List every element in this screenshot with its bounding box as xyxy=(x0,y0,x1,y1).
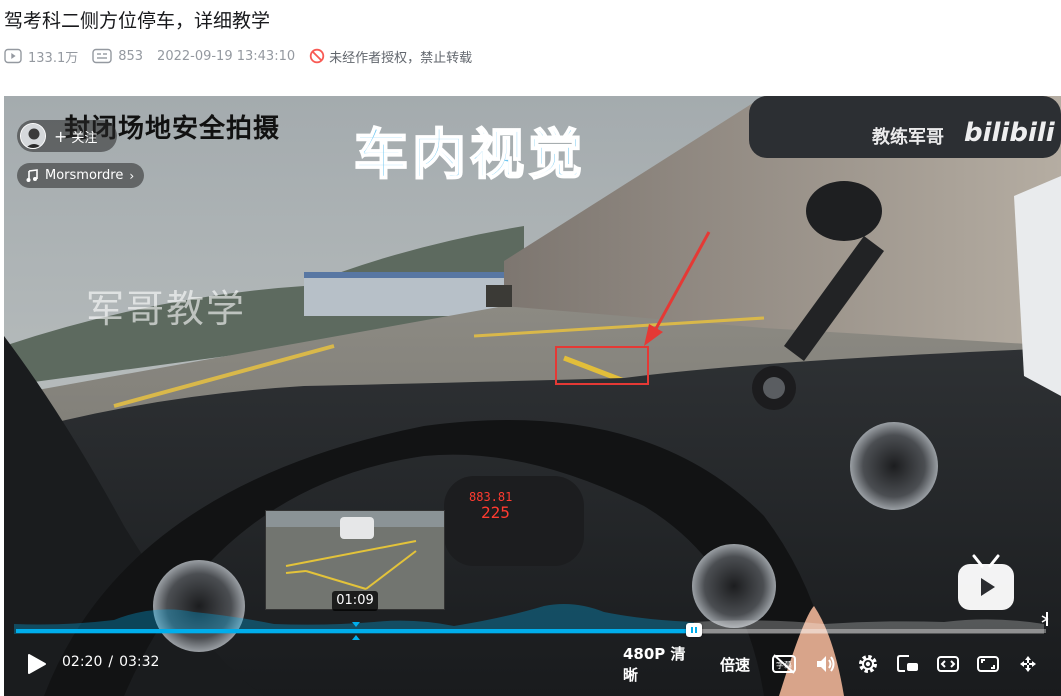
play-count-icon xyxy=(4,48,22,64)
progress-bar[interactable] xyxy=(16,623,1046,637)
view-count-value: 133.1万 xyxy=(28,50,79,66)
play-icon xyxy=(28,654,46,674)
follow-button[interactable]: + 关注 xyxy=(17,120,117,152)
widescreen-button[interactable] xyxy=(935,651,961,677)
music-note-icon xyxy=(26,168,38,182)
video-title: 驾考科二侧方位停车，详细教学 xyxy=(4,10,271,32)
danmaku-count-icon xyxy=(92,48,112,64)
quality-button[interactable]: 480P 清晰 xyxy=(623,643,699,685)
volume-icon xyxy=(817,656,835,672)
video-meta: 133.1万 853 2022-09-19 13:43:10 未经作者授权，禁止… xyxy=(4,46,472,66)
svg-text:883.81: 883.81 xyxy=(469,490,512,504)
chevron-right-icon: › xyxy=(129,168,135,183)
progress-end-marker xyxy=(1041,612,1049,626)
follow-label: + 关注 xyxy=(54,126,98,146)
time-display: 02:20 / 03:32 xyxy=(62,654,159,670)
danmaku-count-value: 853 xyxy=(118,48,144,64)
pip-icon xyxy=(897,655,918,672)
web-fullscreen-icon xyxy=(977,656,999,672)
current-time: 02:20 xyxy=(62,654,103,670)
right-controls: 480P 清晰 倍速 字幕 xyxy=(623,644,1061,684)
repost-notice: 未经作者授权，禁止转载 xyxy=(309,47,472,66)
view-count: 133.1万 xyxy=(4,47,78,66)
settings-icon xyxy=(859,655,877,673)
control-bar: 02:20 / 03:32 480P 清晰 倍速 字幕 xyxy=(4,644,1061,684)
repost-notice-text: 未经作者授权，禁止转载 xyxy=(329,50,473,66)
video-player[interactable]: 883.81 225 封闭场地安全拍摄 车内视觉 军哥教学 教练军哥 bilib… xyxy=(4,96,1061,696)
progress-handle[interactable] xyxy=(685,623,702,637)
settings-button[interactable] xyxy=(855,651,881,677)
no-repost-icon xyxy=(309,48,325,64)
uploader-avatar xyxy=(20,123,46,149)
music-tag[interactable]: Morsmordre › xyxy=(17,163,145,188)
fullscreen-icon xyxy=(1020,656,1036,672)
publish-datetime: 2022-09-19 13:43:10 xyxy=(157,48,296,64)
pip-button[interactable] xyxy=(895,651,921,677)
speed-button[interactable]: 倍速 xyxy=(719,654,751,675)
web-fullscreen-button[interactable] xyxy=(975,651,1001,677)
hover-position-marker xyxy=(351,622,360,640)
danmaku-count: 853 xyxy=(92,48,143,64)
svg-text:225: 225 xyxy=(481,503,510,522)
play-button[interactable] xyxy=(26,652,48,676)
volume-button[interactable] xyxy=(813,651,839,677)
fullscreen-button[interactable] xyxy=(1015,651,1041,677)
music-title: Morsmordre xyxy=(45,168,124,183)
widescreen-icon xyxy=(937,656,959,672)
subtitle-button[interactable]: 字幕 xyxy=(771,651,797,677)
time-separator: / xyxy=(108,654,114,670)
duration: 03:32 xyxy=(119,654,160,670)
subtitle-off-icon: 字幕 xyxy=(772,654,796,674)
